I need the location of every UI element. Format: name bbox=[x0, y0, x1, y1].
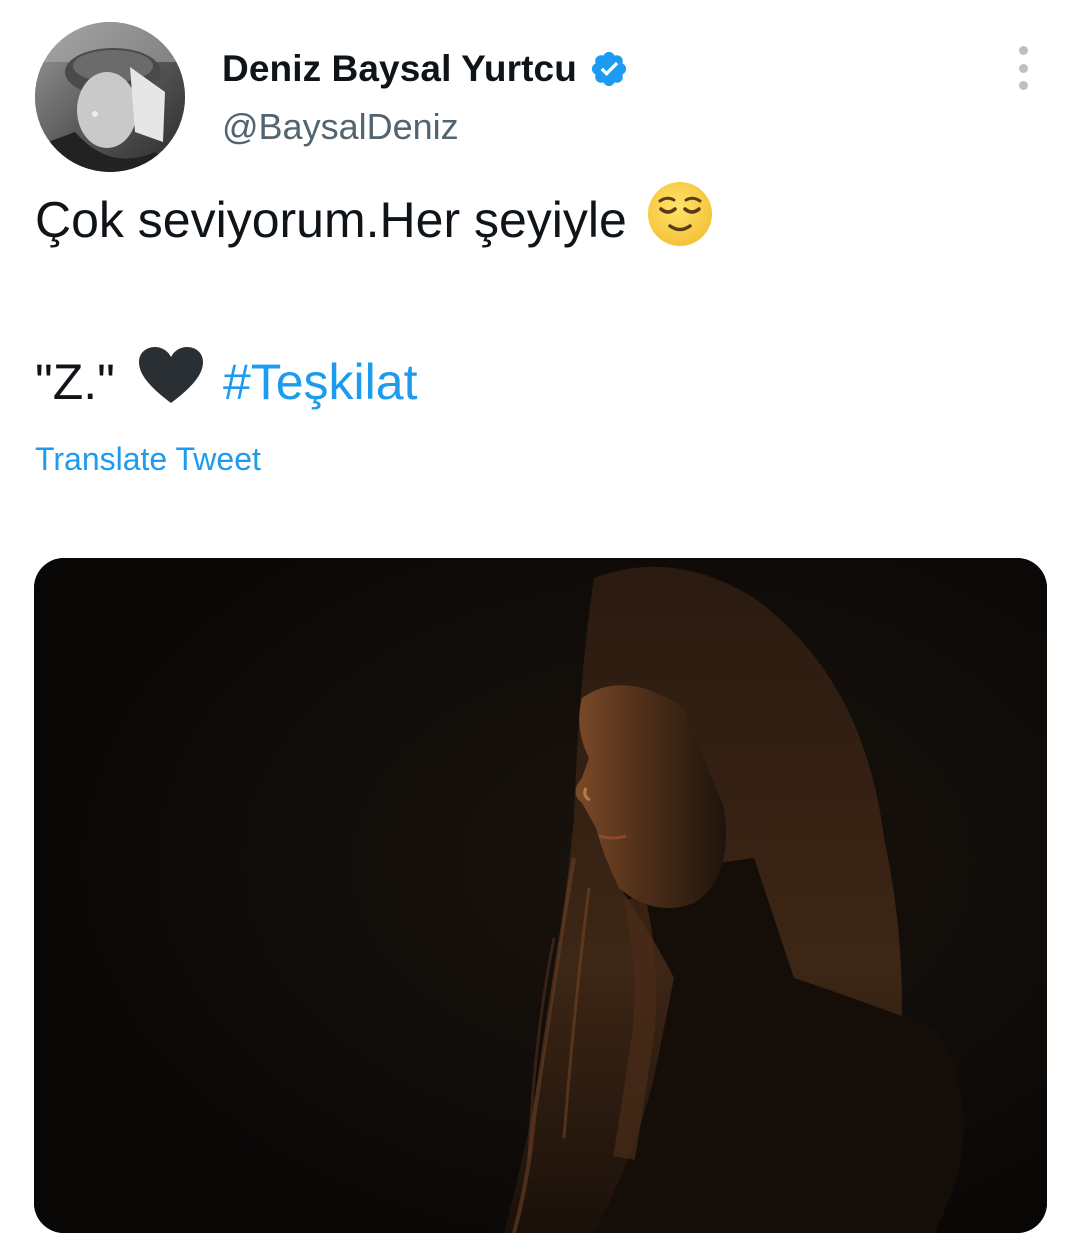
tweet-photo[interactable] bbox=[34, 558, 1047, 1233]
verified-badge-icon bbox=[591, 51, 627, 87]
more-dot bbox=[1018, 46, 1028, 55]
translate-tweet-link[interactable]: Translate Tweet bbox=[35, 441, 261, 478]
black-heart-emoji bbox=[137, 345, 205, 419]
avatar-photo bbox=[35, 22, 185, 172]
tweet-text-line-1: Çok seviyorum.Her şeyiyle bbox=[35, 182, 715, 255]
more-dot bbox=[1018, 81, 1028, 90]
display-name[interactable]: Deniz Baysal Yurtcu bbox=[222, 48, 577, 90]
relieved-face-emoji bbox=[645, 179, 715, 261]
author-handle[interactable]: @BaysalDeniz bbox=[222, 106, 459, 148]
more-vertical-icon[interactable] bbox=[1008, 46, 1038, 90]
tweet-text-line-2: "Z." #Teşkilat bbox=[35, 347, 417, 417]
avatar[interactable] bbox=[35, 22, 185, 172]
tweet-quote-text: "Z." bbox=[35, 354, 115, 410]
hashtag-link[interactable]: #Teşkilat bbox=[223, 353, 418, 411]
tweet-text: Çok seviyorum.Her şeyiyle bbox=[35, 192, 627, 248]
photo-content bbox=[34, 558, 1047, 1233]
author-name-row[interactable]: Deniz Baysal Yurtcu bbox=[222, 42, 629, 96]
more-dot bbox=[1018, 63, 1028, 73]
